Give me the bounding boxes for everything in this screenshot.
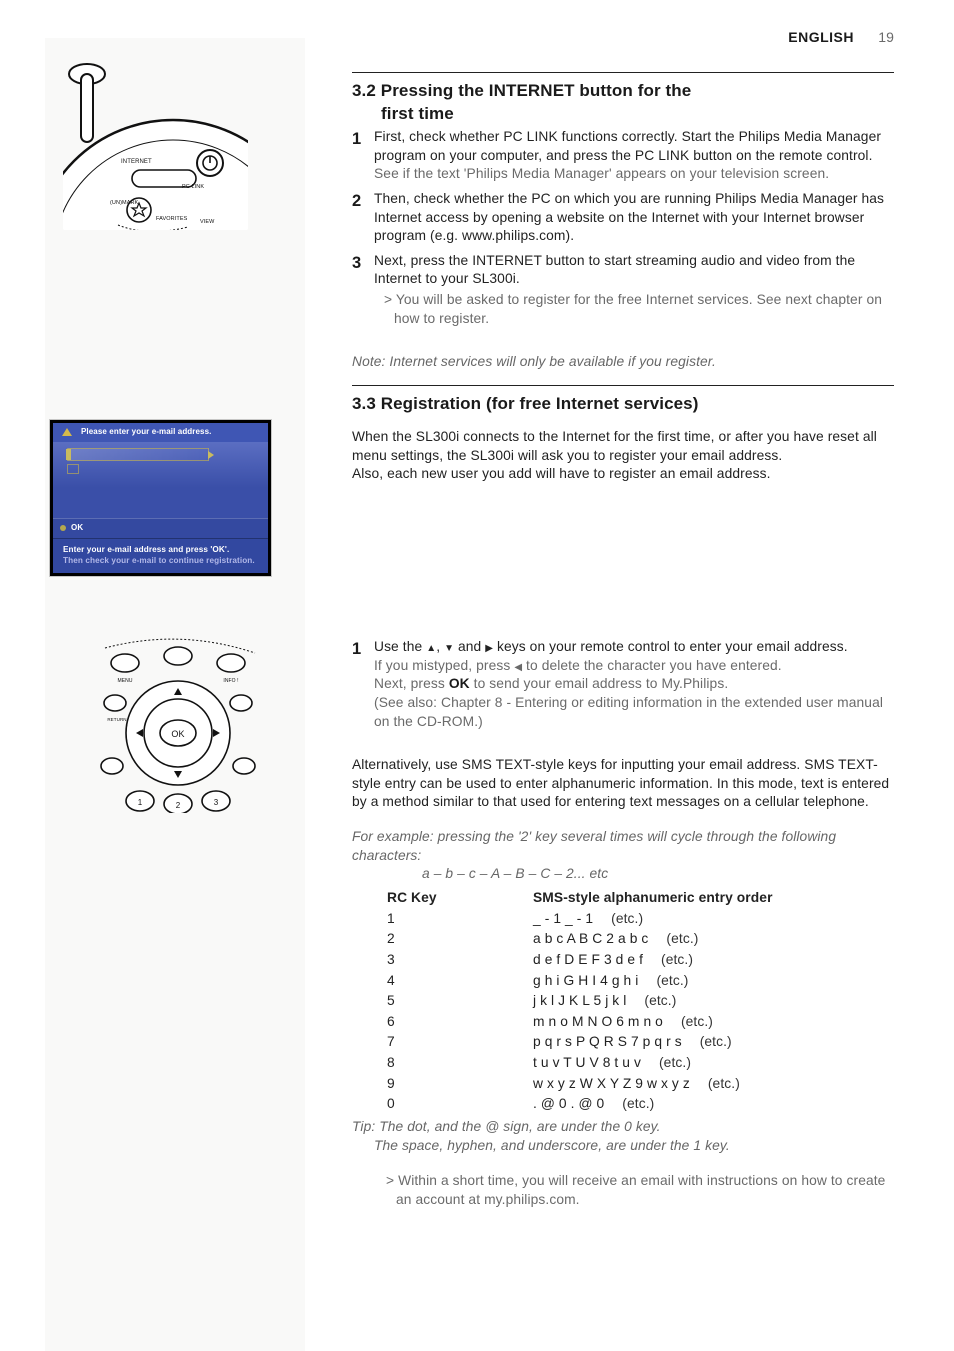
section-3-3-example: For example: pressing the '2' key severa…: [352, 828, 894, 884]
sms-table-head-key: RC Key: [386, 888, 532, 909]
header-page-number: 19: [878, 28, 894, 47]
label-favorites: FAVORITES: [156, 216, 188, 222]
header-rule: [352, 72, 894, 73]
table-row: 0. @ 0 . @ 0(etc.): [386, 1094, 793, 1115]
section-3-3-step1: 1 Use the , and keys on your remote cont…: [352, 638, 894, 737]
section-3-3-intro: When the SL300i connects to the Internet…: [352, 428, 894, 484]
sms-key: 2: [386, 929, 532, 950]
label-internet: INTERNET: [121, 159, 152, 165]
svg-text:3: 3: [214, 798, 219, 807]
table-row: 8t u v T U V 8 t u v(etc.): [386, 1053, 793, 1074]
sms-key: 5: [386, 991, 532, 1012]
sms-key: 4: [386, 971, 532, 992]
sms-key: 8: [386, 1053, 532, 1074]
table-row: 9w x y z W X Y Z 9 w x y z(etc.): [386, 1074, 793, 1095]
table-row: 6m n o M N O 6 m n o(etc.): [386, 1012, 793, 1033]
sms-key: 7: [386, 1032, 532, 1053]
sms-key: 0: [386, 1094, 532, 1115]
email-screen-title: Please enter your e-mail address.: [53, 423, 268, 442]
section-3-2-body: 1 First, check whether PC LINK functions…: [352, 128, 894, 334]
table-row: 2a b c A B C 2 a b c(etc.): [386, 929, 793, 950]
figure-email-register-screen: Please enter your e-mail address. OK Ent…: [50, 420, 272, 576]
sms-value: d e f D E F 3 d e f(etc.): [532, 950, 793, 971]
sms-table: RC Key SMS-style alphanumeric entry orde…: [386, 888, 894, 1115]
sms-key: 3: [386, 950, 532, 971]
arrow-down-icon: [444, 639, 454, 654]
header-language: ENGLISH: [788, 28, 854, 47]
step-3-2-2: 2 Then, check whether the PC on which yo…: [352, 190, 894, 246]
email-screen-ok: OK: [53, 518, 268, 538]
step-3-2-3: 3 Next, press the INTERNET button to sta…: [352, 252, 894, 329]
sms-value: g h i G H I 4 g h i(etc.): [532, 971, 793, 992]
sms-value: t u v T U V 8 t u v(etc.): [532, 1053, 793, 1074]
svg-text:MENU: MENU: [117, 678, 132, 684]
rule-3-3: [352, 385, 894, 386]
heading-3-3: 3.3 Registration (for free Internet serv…: [352, 393, 894, 416]
sms-table-head-val: SMS-style alphanumeric entry order: [532, 888, 793, 909]
sms-value: a b c A B C 2 a b c(etc.): [532, 929, 793, 950]
label-view: VIEW: [200, 219, 215, 225]
svg-text:INFO !: INFO !: [223, 678, 238, 684]
table-row: 1_ - 1 _ - 1(etc.): [386, 909, 793, 930]
heading-3-2: 3.2 Pressing the INTERNET button for the…: [352, 80, 894, 126]
sms-value: p q r s P Q R S 7 p q r s(etc.): [532, 1032, 793, 1053]
svg-text:RETURN: RETURN: [107, 717, 126, 722]
section-3-3-tip: Tip: The dot, and the @ sign, are under …: [352, 1118, 894, 1155]
sms-value: . @ 0 . @ 0(etc.): [532, 1094, 793, 1115]
step-3-2-1: 1 First, check whether PC LINK functions…: [352, 128, 894, 184]
label-pclink: PC LINK: [182, 184, 204, 190]
arrow-right-icon: [485, 639, 493, 654]
sms-value: m n o M N O 6 m n o(etc.): [532, 1012, 793, 1033]
section-3-3-alt: Alternatively, use SMS TEXT-style keys f…: [352, 756, 894, 812]
email-screen-footer: Enter your e-mail address and press 'OK'…: [53, 538, 268, 573]
table-row: 5j k l J K L 5 j k l(etc.): [386, 991, 793, 1012]
section-3-3-closing: > Within a short time, you will receive …: [378, 1172, 894, 1209]
sms-value: _ - 1 _ - 1(etc.): [532, 909, 793, 930]
svg-text:2: 2: [176, 801, 181, 810]
sms-key: 9: [386, 1074, 532, 1095]
table-row: 3d e f D E F 3 d e f(etc.): [386, 950, 793, 971]
sms-key: 1: [386, 909, 532, 930]
sms-value: w x y z W X Y Z 9 w x y z(etc.): [532, 1074, 793, 1095]
svg-text:1: 1: [138, 798, 143, 807]
sms-key: 6: [386, 1012, 532, 1033]
note-3-2: Note: Internet services will only be ava…: [352, 353, 894, 372]
table-row: 7p q r s P Q R S 7 p q r s(etc.): [386, 1032, 793, 1053]
label-unmark: (UN)MARK: [110, 200, 139, 206]
svg-text:OK: OK: [171, 729, 184, 739]
table-row: 4g h i G H I 4 g h i(etc.): [386, 971, 793, 992]
sms-value: j k l J K L 5 j k l(etc.): [532, 991, 793, 1012]
figure-remote-top: INTERNET PC LINK (UN)MARK FAVORITES VIEW: [63, 60, 248, 230]
arrow-left-icon: [514, 658, 522, 673]
arrow-up-icon: [426, 639, 436, 654]
figure-remote-navpad: OK MENU INFO ! RETURN 1 2: [95, 638, 260, 813]
email-screen-body: [53, 442, 268, 518]
